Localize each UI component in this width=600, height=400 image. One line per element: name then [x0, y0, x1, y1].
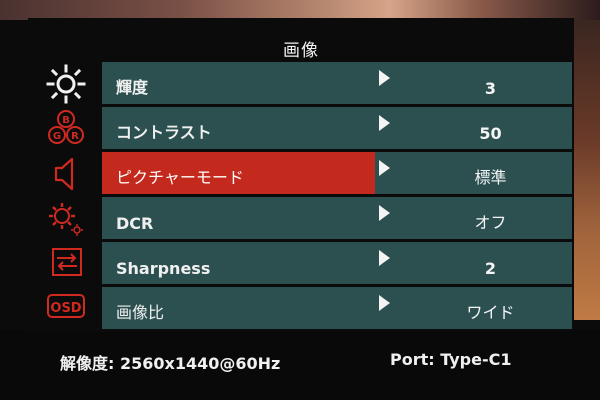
menu-row-value: 2 [484, 259, 497, 278]
color-letter-b: B [62, 115, 70, 126]
osd-title: 画像 [283, 41, 319, 61]
menu-row-label: 輝度 [102, 62, 375, 104]
menu-row-value-cell: 50 [375, 107, 572, 149]
osd-icon[interactable]: OSD [38, 286, 94, 326]
menu-row-dcr[interactable]: DCR オフ [102, 197, 572, 239]
osd-category-bar: B G R OSD [28, 62, 100, 332]
osd-status-bar: 解像度: 2560x1440@60Hz Port: Type-C1 [60, 350, 540, 378]
menu-row-label: 画像比 [102, 287, 375, 329]
resolution-label: 解像度: [60, 354, 115, 373]
menu-row-value-cell: 3 [375, 62, 572, 104]
menu-row-value: ワイド [466, 303, 515, 322]
menu-row-value: 3 [484, 79, 497, 98]
color-letter-r: R [71, 131, 79, 142]
osd-icon-text: OSD [50, 301, 81, 316]
menu-row-value: 50 [479, 124, 502, 143]
resolution-value: 2560x1440@60Hz [119, 354, 281, 373]
background-photo-right [572, 20, 600, 320]
menu-row-value-cell: 2 [375, 242, 572, 284]
menu-row-label: コントラスト [102, 107, 375, 149]
speaker-icon[interactable] [38, 154, 94, 194]
resolution-info: 解像度: 2560x1440@60Hz [60, 350, 280, 374]
color-letter-g: G [53, 131, 61, 142]
brightness-icon[interactable] [38, 64, 94, 104]
menu-row-value-cell: オフ [375, 197, 572, 239]
port-value: Type-C1 [440, 350, 512, 369]
menu-row-aspect-ratio[interactable]: 画像比 ワイド [102, 287, 572, 329]
menu-row-contrast[interactable]: コントラスト 50 [102, 107, 572, 149]
menu-row-value: オフ [474, 213, 507, 232]
osd-settings-list: 輝度 3 コントラスト 50 ピクチャーモード 標準 DCR オフ Sharpn… [102, 62, 572, 332]
menu-row-value: 標準 [474, 168, 507, 187]
menu-row-picture-mode[interactable]: ピクチャーモード 標準 [102, 152, 572, 194]
input-source-icon[interactable] [38, 242, 94, 282]
menu-row-label: ピクチャーモード [102, 152, 375, 194]
menu-row-brightness[interactable]: 輝度 3 [102, 62, 572, 104]
port-label: Port: [390, 350, 435, 369]
settings-gear-icon[interactable] [38, 198, 94, 238]
menu-row-sharpness[interactable]: Sharpness 2 [102, 242, 572, 284]
menu-row-value-cell: ワイド [375, 287, 572, 329]
color-rgb-icon[interactable]: B G R [38, 108, 94, 148]
background-photo-top [0, 0, 600, 20]
menu-row-label: Sharpness [102, 242, 375, 284]
menu-row-label: DCR [102, 197, 375, 239]
menu-row-value-cell: 標準 [375, 152, 572, 194]
port-info: Port: Type-C1 [390, 350, 512, 369]
